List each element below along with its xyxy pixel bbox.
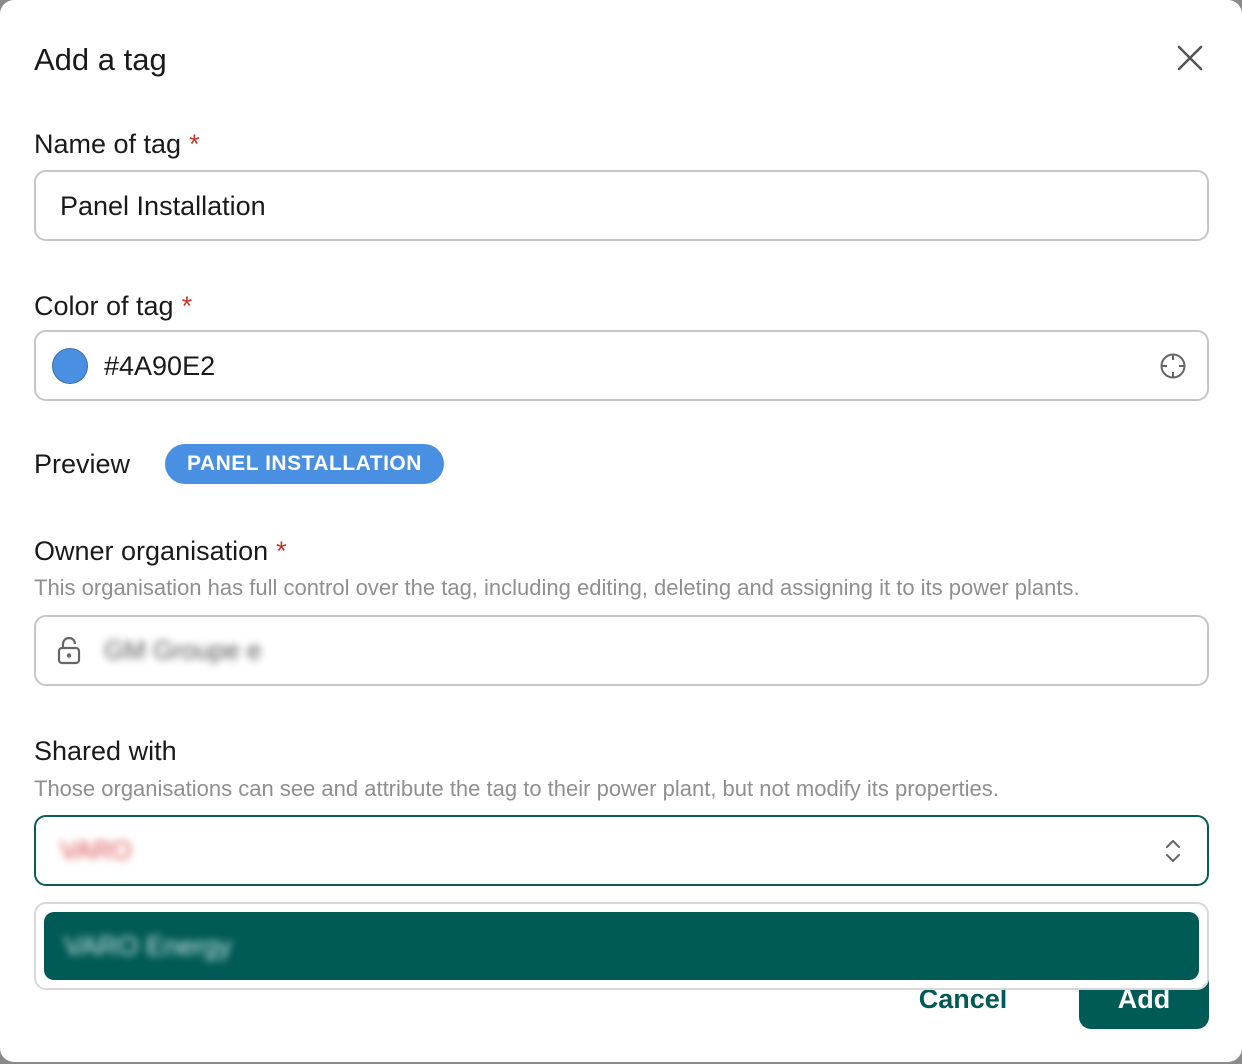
name-of-tag-label-text: Name of tag	[34, 129, 182, 159]
owner-organisation-label: Owner organisation *	[34, 535, 287, 567]
lock-icon	[56, 636, 82, 666]
required-mark: *	[276, 536, 287, 566]
chevron-up-down-icon[interactable]	[1157, 835, 1189, 867]
name-of-tag-label: Name of tag *	[34, 128, 200, 160]
close-icon	[1177, 45, 1203, 71]
shared-with-select[interactable]: VARO	[34, 815, 1209, 886]
dropdown-option-label: VARO Energy	[64, 930, 232, 961]
required-mark: *	[189, 129, 200, 159]
name-of-tag-value: Panel Installation	[60, 190, 266, 221]
owner-organisation-label-text: Owner organisation	[34, 536, 269, 566]
color-of-tag-label: Color of tag *	[34, 290, 192, 322]
color-swatch[interactable]	[52, 347, 88, 384]
owner-organisation-help: This organisation has full control over …	[34, 575, 1080, 600]
color-of-tag-label-text: Color of tag	[34, 291, 174, 321]
tag-preview-pill: PANEL INSTALLATION	[165, 444, 444, 484]
color-of-tag-input[interactable]: #4A90E2	[34, 330, 1209, 401]
close-button[interactable]	[1172, 40, 1208, 76]
required-mark: *	[181, 291, 193, 321]
shared-with-value: VARO	[60, 835, 132, 865]
owner-organisation-input: GM Groupe e	[34, 615, 1209, 686]
dropdown-option[interactable]: VARO Energy	[44, 912, 1199, 980]
add-tag-dialog: Add a tag Name of tag * Panel Installatio…	[0, 0, 1242, 1062]
crosshair-icon	[1160, 353, 1186, 378]
shared-with-dropdown: VARO Energy	[34, 902, 1209, 990]
color-picker-button[interactable]	[1157, 350, 1189, 382]
color-value: #4A90E2	[104, 350, 216, 381]
shared-with-help: Those organisations can see and attribut…	[34, 776, 999, 801]
dialog-title: Add a tag	[34, 42, 167, 77]
preview-label: Preview	[34, 449, 131, 479]
owner-organisation-value: GM Groupe e	[104, 635, 262, 665]
name-of-tag-input[interactable]: Panel Installation	[34, 170, 1209, 241]
shared-with-label: Shared with	[34, 736, 177, 766]
